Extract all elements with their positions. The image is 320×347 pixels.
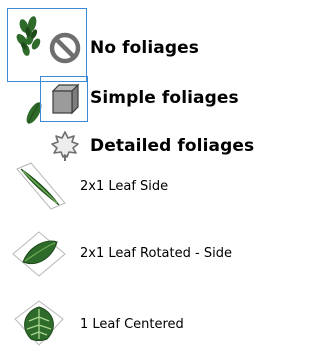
menu-item-label: Detailed foliages <box>90 136 255 156</box>
asset-item-leaf-side[interactable]: 2x1 Leaf Side <box>8 161 263 211</box>
asset-item-label: 2x1 Leaf Rotated - Side <box>80 245 232 261</box>
leaf-card-side-thumbnail <box>8 161 74 211</box>
leaf-card-rotated-thumbnail <box>8 228 74 278</box>
menu-item-label: Simple foliages <box>90 88 239 108</box>
menu-item-detailed-foliages[interactable]: Detailed foliages <box>44 126 264 166</box>
menu-item-label: No foliages <box>90 38 199 58</box>
asset-item-leaf-rotated-side[interactable]: 2x1 Leaf Rotated - Side <box>8 228 263 278</box>
foliage-selector-panel: No foliages Simple foliages Detailed fol… <box>0 0 268 347</box>
no-symbol-icon <box>44 28 86 68</box>
menu-item-simple-foliages[interactable]: Simple foliages <box>44 78 264 118</box>
asset-item-leaf-centered[interactable]: 1 Leaf Centered <box>8 299 263 347</box>
leaf-centered-thumbnail <box>8 299 74 347</box>
asset-item-label: 2x1 Leaf Side <box>80 178 169 194</box>
asset-item-label: 1 Leaf Centered <box>80 316 184 332</box>
menu-item-no-foliages[interactable]: No foliages <box>44 28 264 68</box>
leaf-outline-icon <box>44 126 86 166</box>
gray-cube-icon <box>44 78 86 118</box>
